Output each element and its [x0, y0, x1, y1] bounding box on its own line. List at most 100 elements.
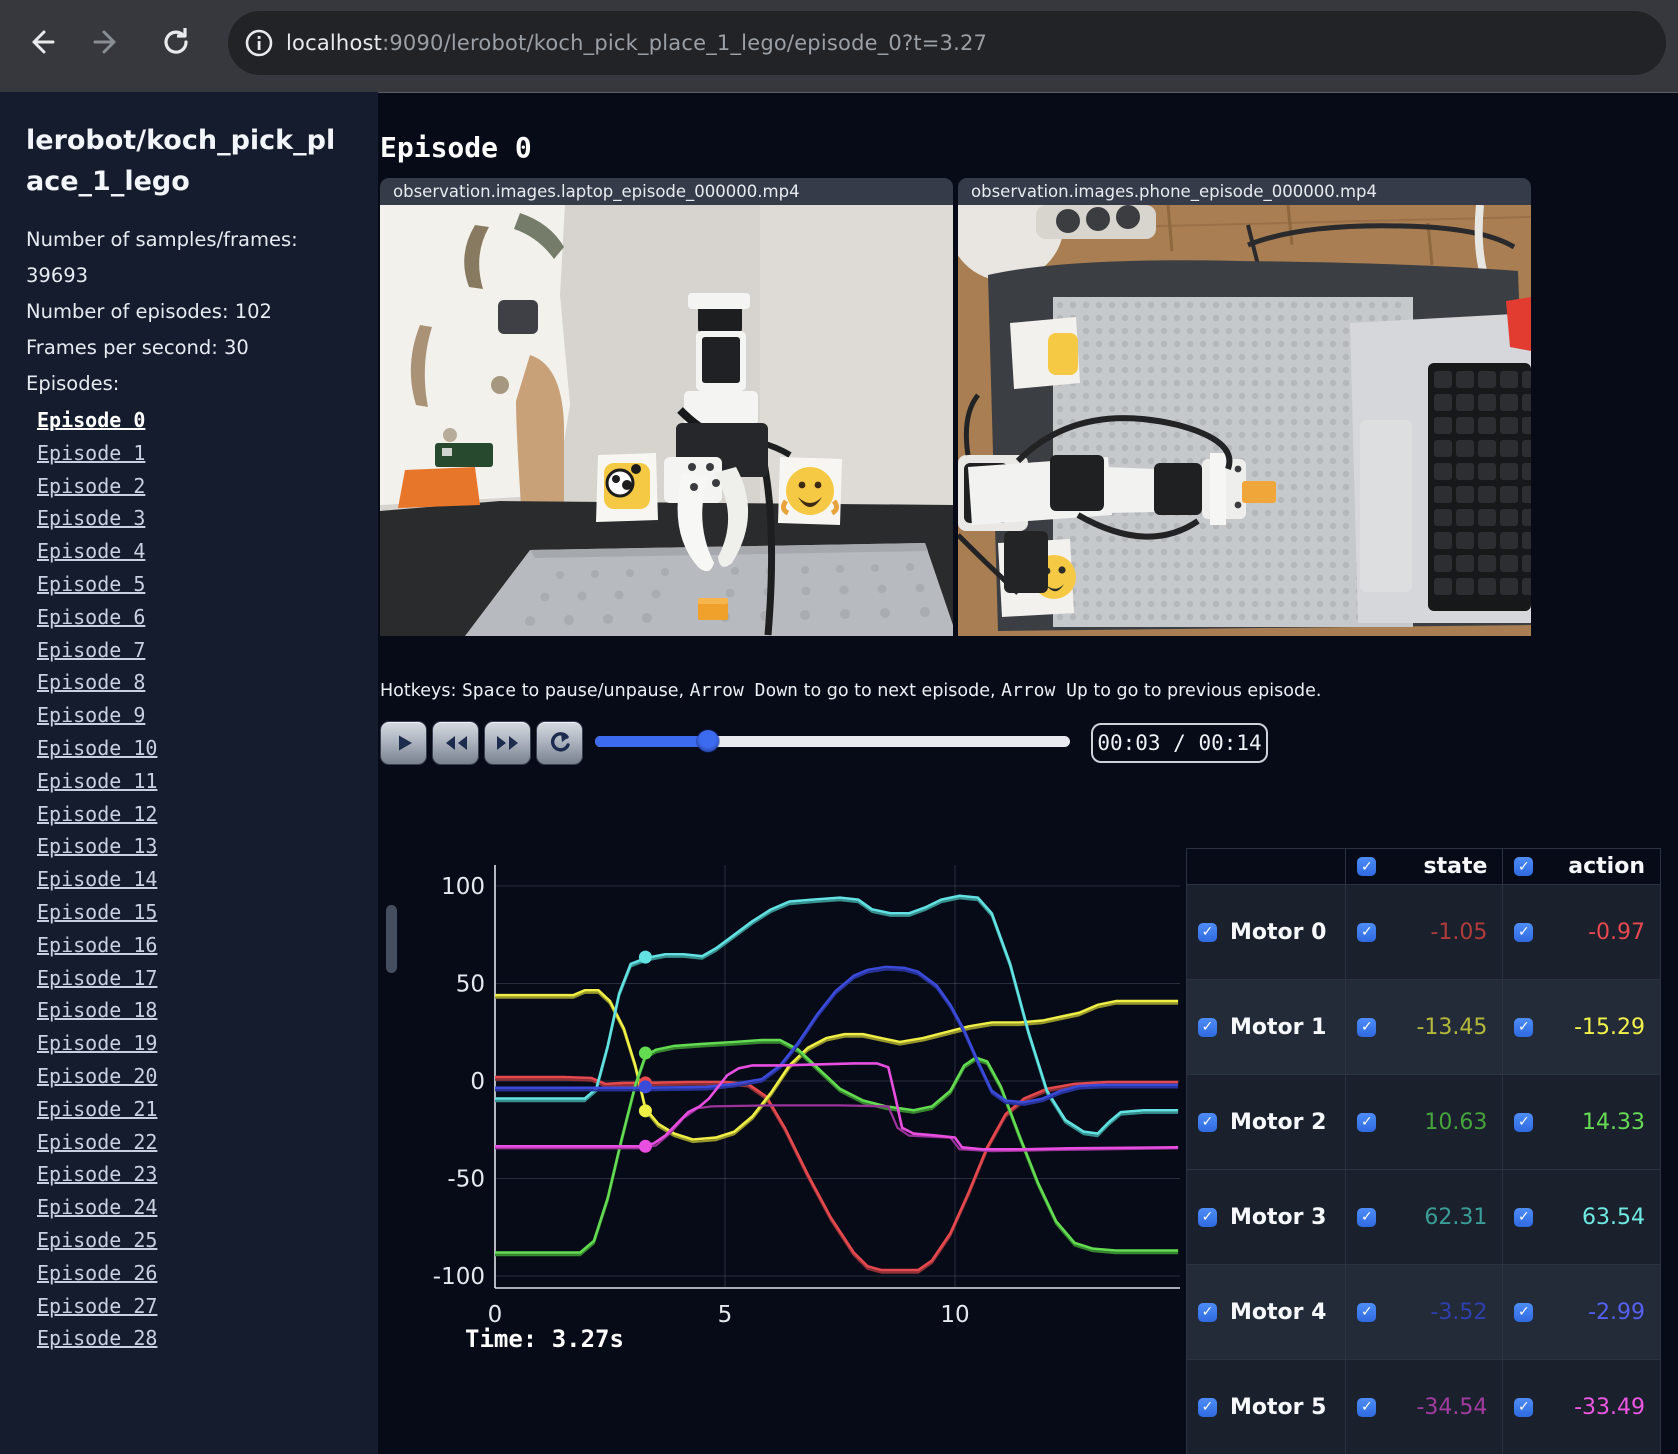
state-value: -3.52 — [1430, 1299, 1488, 1325]
red-object — [1506, 297, 1531, 351]
rewind-button[interactable] — [432, 721, 479, 765]
checkbox-motor-2[interactable]: ✓ — [1198, 1112, 1217, 1132]
back-arrow-icon[interactable] — [22, 24, 58, 60]
episode-link[interactable]: Episode 15 — [37, 900, 157, 924]
episode-link[interactable]: Episode 3 — [37, 506, 145, 530]
phone-camera-scene — [958, 205, 1531, 636]
hotkey-key: Arrow Up — [1001, 679, 1088, 701]
sidebar-item-episode-21: Episode 21 — [37, 1093, 378, 1126]
episode-link[interactable]: Episode 19 — [37, 1031, 157, 1055]
motor-label: Motor 2 — [1230, 1109, 1327, 1135]
checkbox-motor-0-action[interactable]: ✓ — [1514, 922, 1534, 942]
seek-slider-thumb[interactable] — [697, 730, 720, 752]
state-value: 10.63 — [1424, 1109, 1488, 1135]
hotkeys-help: Hotkeys: Space to pause/unpause, Arrow D… — [380, 680, 1321, 701]
hotkeys-text: to go to next episode, — [798, 680, 1002, 701]
checkbox-motor-5[interactable]: ✓ — [1198, 1397, 1217, 1417]
motor-timeseries-chart[interactable]: 100500-50-1000 5 10Time: 3.27s — [380, 820, 1180, 1392]
loop-button[interactable] — [536, 721, 583, 765]
column-header-action: action — [1568, 854, 1645, 879]
episode-link[interactable]: Episode 13 — [37, 834, 157, 858]
sidebar-item-episode-4: Episode 4 — [37, 535, 378, 568]
video-panel-phone[interactable]: observation.images.phone_episode_000000.… — [958, 178, 1531, 636]
hotkeys-text: Hotkeys: — [380, 680, 462, 701]
checkbox-motor-1-action[interactable]: ✓ — [1514, 1017, 1534, 1037]
episode-link[interactable]: Episode 27 — [37, 1294, 157, 1318]
checkbox-motor-2-action[interactable]: ✓ — [1514, 1112, 1534, 1132]
laptop-video-frame[interactable] — [380, 205, 953, 636]
checkbox-motor-4-action[interactable]: ✓ — [1514, 1302, 1534, 1322]
sidebar-item-episode-23: Episode 23 — [37, 1158, 378, 1191]
laptop — [1350, 313, 1531, 623]
episode-link[interactable]: Episode 9 — [37, 703, 145, 727]
sidebar-item-episode-25: Episode 25 — [37, 1224, 378, 1257]
motor-table: ✓ state ✓ action ✓ Motor 0 ✓ -1.05 ✓ -0.97 ✓ Motor … — [1185, 848, 1661, 1454]
checkbox-motor-5-action[interactable]: ✓ — [1514, 1397, 1534, 1417]
chart-series-motor1-state — [495, 991, 1179, 1144]
checkbox-motor-3-action[interactable]: ✓ — [1514, 1207, 1534, 1227]
seek-slider[interactable] — [595, 730, 1070, 752]
checkbox-motor-4[interactable]: ✓ — [1198, 1302, 1217, 1322]
checkbox-motor-3-state[interactable]: ✓ — [1357, 1207, 1377, 1227]
chart-time-label: Time: 3.27s — [465, 1325, 624, 1353]
episode-link[interactable]: Episode 25 — [37, 1228, 157, 1252]
checkbox-motor-0-state[interactable]: ✓ — [1357, 922, 1377, 942]
episode-link[interactable]: Episode 28 — [37, 1326, 157, 1350]
episode-link[interactable]: Episode 16 — [37, 933, 157, 957]
page-info-icon[interactable] — [242, 26, 276, 60]
reload-icon[interactable] — [158, 24, 194, 60]
action-value: -0.97 — [1588, 919, 1645, 945]
episode-link[interactable]: Episode 22 — [37, 1130, 157, 1154]
url-bar[interactable]: localhost:9090/lerobot/koch_pick_place_1… — [228, 11, 1666, 75]
episode-link[interactable]: Episode 2 — [37, 474, 145, 498]
dataset-title: lerobot/koch_pick_place_1_lego — [26, 125, 336, 197]
episode-link[interactable]: Episode 7 — [37, 638, 145, 662]
motor-label: Motor 0 — [1230, 919, 1327, 945]
action-value: -15.29 — [1574, 1014, 1645, 1040]
sidebar-item-episode-7: Episode 7 — [37, 634, 378, 667]
sidebar-item-episode-5: Episode 5 — [37, 568, 378, 601]
checkbox-motor-5-state[interactable]: ✓ — [1357, 1397, 1377, 1417]
sidebar-item-episode-6: Episode 6 — [37, 601, 378, 634]
phone-video-frame[interactable] — [958, 205, 1531, 636]
time-cursor-dot-motor4 — [638, 1080, 652, 1094]
play-button[interactable] — [380, 721, 427, 765]
checkbox-motor-0[interactable]: ✓ — [1198, 922, 1217, 942]
forward-arrow-icon[interactable] — [90, 24, 126, 60]
motor-label: Motor 5 — [1230, 1394, 1327, 1420]
checkbox-motor-1-state[interactable]: ✓ — [1357, 1017, 1377, 1037]
checkbox-motor-4-state[interactable]: ✓ — [1357, 1302, 1377, 1322]
fast-forward-button[interactable] — [484, 721, 531, 765]
dataset-stat: Number of samples/frames: 39693 — [26, 228, 298, 287]
episode-link[interactable]: Episode 18 — [37, 998, 157, 1022]
episode-link[interactable]: Episode 24 — [37, 1195, 157, 1219]
episode-link[interactable]: Episode 14 — [37, 867, 157, 891]
episode-link[interactable]: Episode 1 — [37, 441, 145, 465]
table-header-row: ✓ state ✓ action — [1185, 848, 1661, 885]
time-cursor-dot-motor2 — [638, 1046, 652, 1060]
episode-link[interactable]: Episode 12 — [37, 802, 157, 826]
laptop-camera-scene — [380, 205, 953, 636]
sidebar-item-episode-19: Episode 19 — [37, 1027, 378, 1060]
checkbox-column-action[interactable]: ✓ — [1514, 857, 1534, 876]
checkbox-motor-3[interactable]: ✓ — [1198, 1207, 1217, 1227]
episode-link[interactable]: Episode 6 — [37, 605, 145, 629]
episode-link[interactable]: Episode 17 — [37, 966, 157, 990]
checkbox-column-state[interactable]: ✓ — [1357, 857, 1377, 876]
episode-link[interactable]: Episode 8 — [37, 670, 145, 694]
episode-link[interactable]: Episode 4 — [37, 539, 145, 563]
episode-link[interactable]: Episode 10 — [37, 736, 157, 760]
episode-link[interactable]: Episode 26 — [37, 1261, 157, 1285]
checkbox-motor-2-state[interactable]: ✓ — [1357, 1112, 1377, 1132]
sidebar-item-episode-9: Episode 9 — [37, 699, 378, 732]
video-panel-laptop[interactable]: observation.images.laptop_episode_000000… — [380, 178, 953, 636]
episode-link[interactable]: Episode 11 — [37, 769, 157, 793]
episode-link[interactable]: Episode 21 — [37, 1097, 157, 1121]
episode-link[interactable]: Episode 23 — [37, 1162, 157, 1186]
episode-link[interactable]: Episode 5 — [37, 572, 145, 596]
time-cursor-dot-motor1 — [638, 1104, 652, 1118]
checkbox-motor-1[interactable]: ✓ — [1198, 1017, 1217, 1037]
state-value: -1.05 — [1430, 919, 1488, 945]
episode-link[interactable]: Episode 20 — [37, 1064, 157, 1088]
episode-link[interactable]: Episode 0 — [37, 408, 145, 432]
